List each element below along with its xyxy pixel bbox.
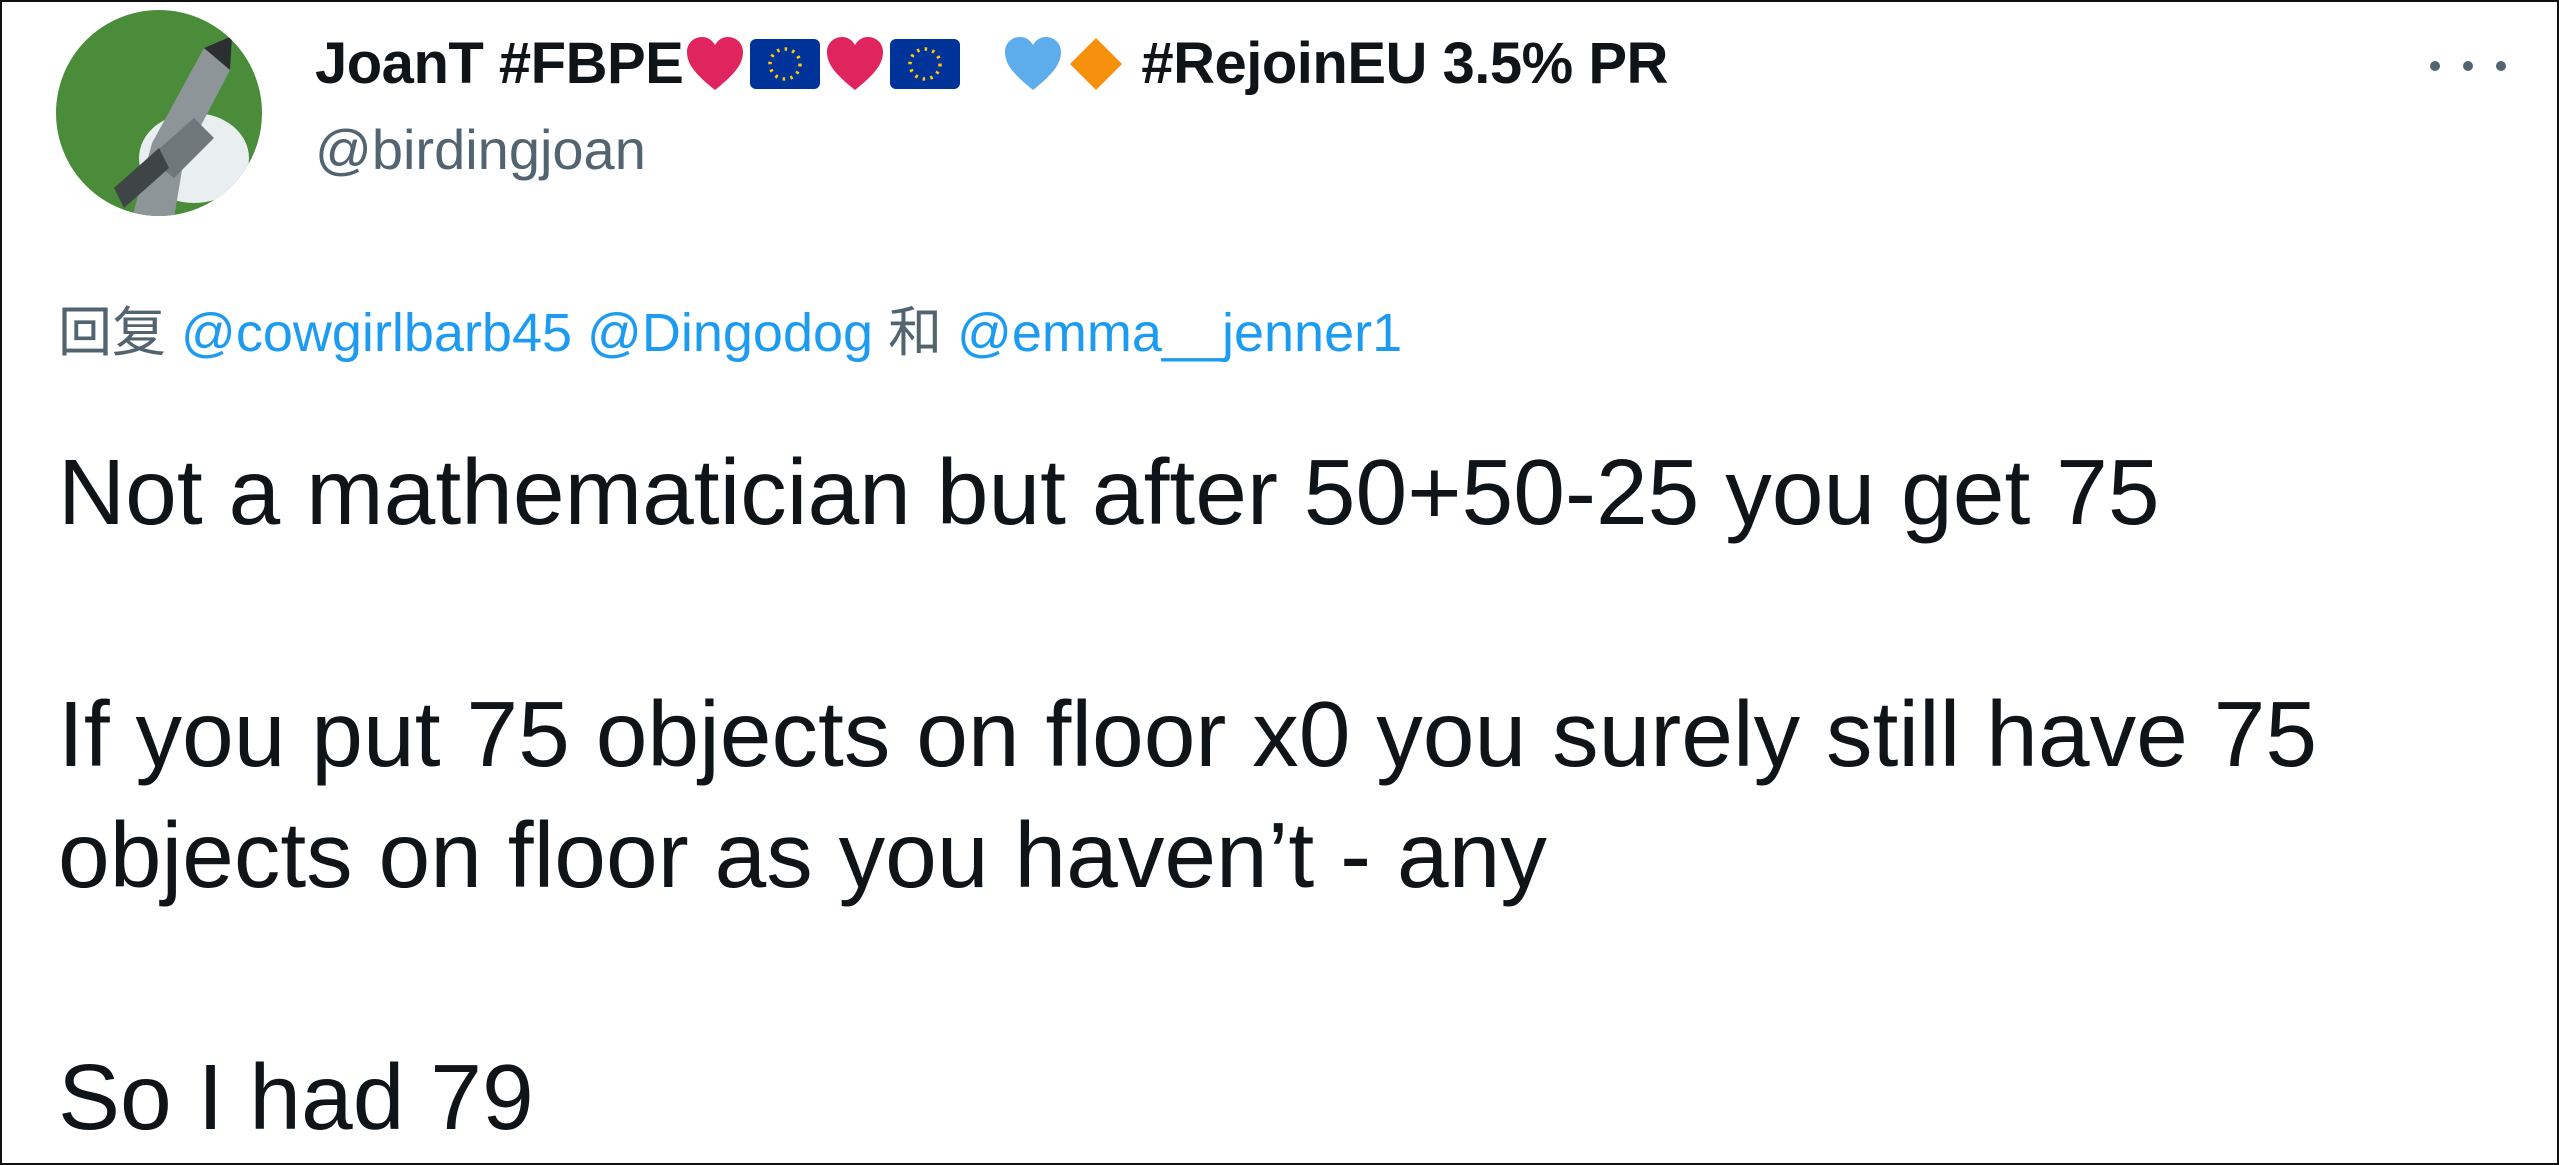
avatar[interactable] <box>54 8 264 218</box>
orange-diamond-icon <box>1067 35 1125 93</box>
blue-heart-icon <box>1003 36 1063 92</box>
author-handle[interactable]: @birdingjoan <box>315 114 646 186</box>
more-dot <box>2430 61 2440 71</box>
replying-to: 回复 @cowgirlbarb45 @Dingodog 和 @emma__jen… <box>58 293 1402 373</box>
more-dot <box>2463 61 2473 71</box>
display-name-prefix: JoanT #FBPE <box>315 31 684 96</box>
more-options-icon[interactable] <box>2430 52 2506 80</box>
tweet-text: Not a mathematician but after 50+50-25 y… <box>58 432 2518 1158</box>
more-dot <box>2496 61 2506 71</box>
reply-prefix: 回复 <box>58 303 166 363</box>
tweet-card: JoanT #FBPE #RejoinEU 3.5% PR @birdingjo… <box>0 0 2559 1165</box>
mention-link[interactable]: @cowgirlbarb45 <box>181 303 572 363</box>
bird-avatar-icon <box>56 10 262 216</box>
display-name-suffix: #RejoinEU 3.5% PR <box>1141 31 1668 96</box>
red-heart-icon <box>685 36 745 92</box>
red-heart-icon <box>825 36 885 92</box>
eu-flag-icon <box>889 38 961 90</box>
author-display-name[interactable]: JoanT #FBPE #RejoinEU 3.5% PR <box>315 24 1668 104</box>
mention-link[interactable]: @emma__jenner1 <box>957 303 1402 363</box>
tweet-line: Not a mathematician but after 50+50-25 y… <box>58 440 2160 544</box>
tweet-line: objects on floor as you haven’t - any <box>58 803 1547 907</box>
tweet-line: So I had 79 <box>58 1045 534 1149</box>
eu-flag-icon <box>749 38 821 90</box>
mention-link[interactable]: @Dingodog <box>587 303 873 363</box>
tweet-line: If you put 75 objects on floor x0 you su… <box>58 682 2318 786</box>
reply-conjunction: 和 <box>888 303 943 363</box>
